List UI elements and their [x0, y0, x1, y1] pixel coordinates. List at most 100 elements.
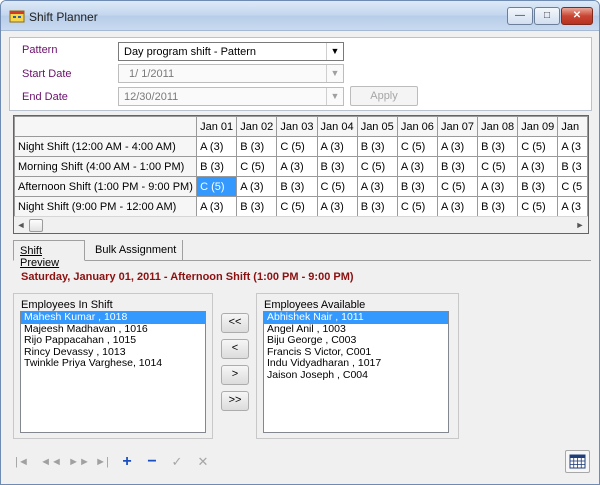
list-item[interactable]: Jaison Joseph , C004	[264, 369, 448, 382]
column-header[interactable]: Jan 05	[356, 116, 398, 137]
grid-cell[interactable]: B (3)	[356, 136, 398, 157]
column-header[interactable]: Jan 09	[517, 116, 559, 137]
grid-cell[interactable]: B (3)	[477, 196, 519, 217]
employees-available-list[interactable]: Abhishek Nair , 1011 Angel Anil , 1003 B…	[263, 311, 449, 433]
pattern-value: Day program shift - Pattern	[124, 46, 257, 58]
grid-cell[interactable]: C (5)	[517, 196, 559, 217]
row-header[interactable]: Night Shift (9:00 PM - 12:00 AM)	[14, 196, 198, 217]
grid-cell[interactable]: C (5)	[276, 136, 318, 157]
next-record-icon[interactable]: ►►	[67, 453, 91, 471]
grid-cell[interactable]: B (3	[557, 156, 588, 177]
grid-cell[interactable]: B (3)	[316, 156, 358, 177]
pattern-select[interactable]: Day program shift - Pattern ▼	[118, 42, 344, 61]
grid-cell[interactable]: A (3)	[436, 196, 479, 217]
list-item[interactable]: Abhishek Nair , 1011	[264, 312, 448, 324]
plus-icon[interactable]: +	[118, 453, 136, 471]
column-header[interactable]: Jan 02	[236, 116, 278, 137]
shift-grid-table: Jan 01 Jan 02 Jan 03 Jan 04 Jan 05 Jan 0…	[14, 116, 588, 217]
grid-cell[interactable]: C (5)	[396, 196, 438, 217]
first-record-icon[interactable]: |◄	[13, 453, 31, 471]
grid-horizontal-scrollbar[interactable]: ◄ ►	[14, 216, 588, 233]
grid-cell[interactable]: B (3)	[196, 156, 238, 177]
scrollbar-thumb[interactable]	[29, 219, 43, 232]
list-item[interactable]: Rijo Pappacahan , 1015	[21, 334, 205, 347]
grid-cell[interactable]: B (3)	[356, 196, 398, 217]
grid-cell[interactable]: A (3)	[196, 196, 238, 217]
grid-cell[interactable]: C (5	[557, 176, 588, 197]
grid-cell[interactable]: B (3)	[436, 156, 479, 177]
grid-cell[interactable]: A (3)	[236, 176, 278, 197]
list-item[interactable]: Twinkle Priya Varghese, 1014	[21, 357, 205, 370]
minus-icon[interactable]: −	[143, 453, 161, 471]
previous-record-icon[interactable]: ◄◄	[39, 453, 63, 471]
grid-cell[interactable]: C (5)	[316, 176, 358, 197]
grid-cell-selected[interactable]: C (5)	[196, 176, 238, 197]
grid-cell[interactable]: A (3	[557, 136, 588, 157]
grid-cell[interactable]: A (3)	[196, 136, 238, 157]
grid-cell[interactable]: B (3)	[236, 196, 278, 217]
tab-bulk-assignment[interactable]: Bulk Assignment	[89, 240, 184, 261]
apply-button[interactable]: Apply	[350, 86, 418, 106]
close-button[interactable]: ✕	[561, 7, 593, 25]
end-date-picker[interactable]: 12/30/2011 ▼	[118, 87, 344, 106]
list-item[interactable]: Indu Vidyadharan , 1017	[264, 357, 448, 370]
column-header[interactable]: Jan 08	[477, 116, 519, 137]
checkmark-icon[interactable]: ✓	[168, 453, 186, 471]
minimize-button[interactable]: —	[507, 7, 533, 25]
column-header[interactable]: Jan 04	[316, 116, 358, 137]
grid-cell[interactable]: C (5)	[396, 136, 438, 157]
preview-heading: Saturday, January 01, 2011 - Afternoon S…	[21, 271, 354, 283]
maximize-button[interactable]: □	[534, 7, 560, 25]
start-date-picker[interactable]: 1/ 1/2011 ▼	[118, 64, 344, 83]
remove-button[interactable]: >	[221, 365, 249, 385]
grid-cell[interactable]: A (3)	[316, 136, 358, 157]
column-header[interactable]: Jan 07	[436, 116, 479, 137]
end-date-value: 12/30/2011	[124, 91, 179, 103]
remove-all-button[interactable]: >>	[221, 391, 249, 411]
grid-cell[interactable]: B (3)	[236, 136, 278, 157]
grid-cell[interactable]: A (3)	[316, 196, 358, 217]
grid-cell[interactable]: B (3)	[396, 176, 438, 197]
grid-cell[interactable]: C (5)	[276, 196, 318, 217]
title-bar: Shift Planner — □ ✕	[1, 1, 599, 31]
column-header[interactable]: Jan 01	[196, 116, 238, 137]
grid-cell[interactable]: B (3)	[517, 176, 559, 197]
chevron-down-icon[interactable]: ▼	[326, 88, 343, 105]
column-header[interactable]: Jan	[557, 116, 588, 137]
grid-cell[interactable]: A (3)	[477, 176, 519, 197]
column-header[interactable]: Jan 03	[276, 116, 318, 137]
last-record-icon[interactable]: ►|	[93, 453, 111, 471]
record-navigator: |◄ ◄◄ ►► ►| + − ✓ ✕	[13, 453, 233, 471]
list-item[interactable]: Biju George , C003	[264, 334, 448, 347]
grid-cell[interactable]: C (5)	[517, 136, 559, 157]
tab-shift-preview[interactable]: Shift Preview	[13, 240, 85, 269]
grid-cell[interactable]: C (5)	[236, 156, 278, 177]
grid-cell[interactable]: C (5)	[477, 156, 519, 177]
grid-cell[interactable]: A (3)	[356, 176, 398, 197]
grid-cell[interactable]: B (3)	[276, 176, 318, 197]
row-header[interactable]: Morning Shift (4:00 AM - 1:00 PM)	[14, 156, 198, 177]
add-all-button[interactable]: <<	[221, 313, 249, 333]
chevron-down-icon[interactable]: ▼	[326, 43, 343, 60]
grid-cell[interactable]: A (3)	[276, 156, 318, 177]
start-date-label: Start Date	[22, 68, 72, 80]
row-header[interactable]: Night Shift (12:00 AM - 4:00 AM)	[14, 136, 198, 157]
grid-cell[interactable]: A (3	[557, 196, 588, 217]
grid-cell[interactable]: C (5)	[356, 156, 398, 177]
scroll-left-icon[interactable]: ◄	[14, 219, 28, 232]
column-header[interactable]: Jan 06	[396, 116, 438, 137]
calendar-view-button[interactable]	[565, 450, 590, 473]
cancel-x-icon[interactable]: ✕	[194, 453, 212, 471]
chevron-down-icon[interactable]: ▼	[326, 65, 343, 82]
row-header[interactable]: Afternoon Shift (1:00 PM - 9:00 PM)	[14, 176, 198, 197]
grid-cell[interactable]: B (3)	[477, 136, 519, 157]
window-title: Shift Planner	[29, 10, 98, 24]
add-button[interactable]: <	[221, 339, 249, 359]
scroll-right-icon[interactable]: ►	[573, 219, 587, 232]
list-item[interactable]: Mahesh Kumar , 1018	[21, 312, 205, 324]
grid-cell[interactable]: A (3)	[517, 156, 559, 177]
grid-cell[interactable]: C (5)	[436, 176, 479, 197]
employees-in-shift-list[interactable]: Mahesh Kumar , 1018 Majeesh Madhavan , 1…	[20, 311, 206, 433]
grid-cell[interactable]: A (3)	[436, 136, 479, 157]
grid-cell[interactable]: A (3)	[396, 156, 438, 177]
